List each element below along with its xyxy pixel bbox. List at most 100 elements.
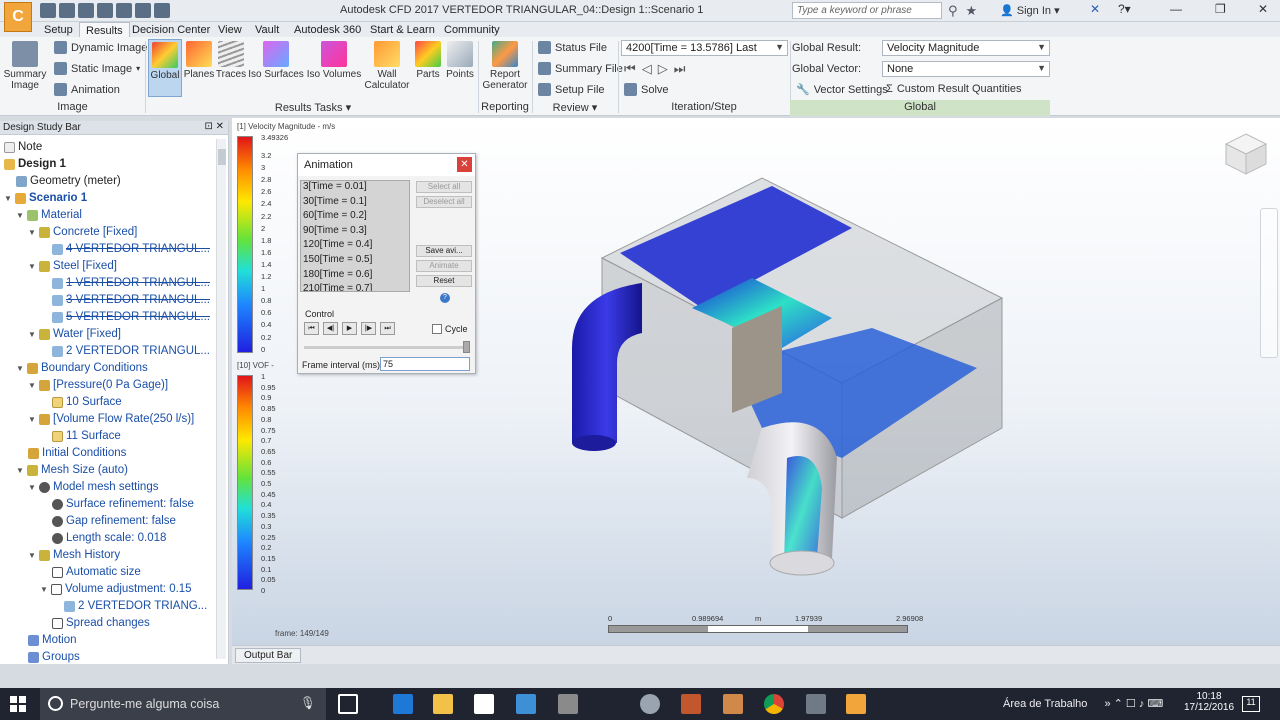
deselect-all-button[interactable]: Deselect all (416, 196, 472, 208)
binoculars-icon[interactable]: ⚲ (948, 3, 958, 19)
tree-item-note[interactable]: Note (4, 139, 42, 155)
status-file-button[interactable]: Status File (538, 41, 607, 54)
collapse-icon[interactable]: ▼ (28, 381, 36, 390)
microphone-icon[interactable]: 🎙 (300, 696, 316, 711)
tree-item-part[interactable]: 3 VERTEDOR TRIANGUL... (52, 292, 210, 308)
collapse-icon[interactable]: ▼ (40, 585, 48, 594)
time-step-list[interactable]: 3[Time = 0.01] 30[Time = 0.1] 60[Time = … (300, 180, 410, 292)
tree-item-surface[interactable]: 10 Surface (52, 394, 122, 410)
dynamic-image-button[interactable]: Dynamic Image (54, 41, 147, 54)
global-result-select[interactable]: Velocity Magnitude ▼ (882, 40, 1050, 56)
close-icon[interactable]: ✕ (457, 157, 472, 172)
app-icon[interactable] (516, 694, 536, 714)
qat-menu-icon[interactable] (154, 3, 170, 18)
save-icon[interactable] (78, 3, 94, 18)
collapse-icon[interactable]: ▼ (28, 330, 36, 339)
tree-item-part[interactable]: 2 VERTEDOR TRIANG... (64, 598, 207, 614)
navigation-bar[interactable] (1260, 208, 1278, 358)
tree-item-setting[interactable]: Surface refinement: false (52, 496, 194, 512)
edge-icon[interactable] (393, 694, 413, 714)
collapse-icon[interactable]: ▼ (28, 551, 36, 560)
wall-calculator-button[interactable]: Wall Calculator (363, 41, 411, 91)
list-item[interactable]: 60[Time = 0.2] (301, 210, 409, 225)
list-item[interactable]: 30[Time = 0.1] (301, 196, 409, 211)
planes-button[interactable]: Planes (183, 41, 215, 80)
list-item[interactable]: 180[Time = 0.6] (301, 269, 409, 284)
iteration-select[interactable]: 4200[Time = 13.5786] Last ▼ (621, 40, 788, 56)
tree-item-material[interactable]: ▼ Material (16, 207, 82, 223)
app-icon[interactable] (806, 694, 826, 714)
windows-start-icon[interactable] (10, 696, 26, 712)
tab-view[interactable]: View (212, 22, 248, 38)
animation-button[interactable]: Animation (54, 83, 120, 96)
tree-item-initial-conditions[interactable]: Initial Conditions (28, 445, 126, 461)
system-clock[interactable]: 10:18 17/12/2016 (1184, 691, 1234, 713)
cfd-model-render[interactable] (532, 158, 1012, 598)
iso-surfaces-button[interactable]: Iso Surfaces (247, 41, 305, 80)
cycle-checkbox[interactable]: Cycle (432, 324, 468, 334)
points-button[interactable]: Points (444, 41, 476, 80)
list-item[interactable]: 150[Time = 0.5] (301, 254, 409, 269)
tree-item-groups[interactable]: Groups (28, 649, 80, 665)
close-icon[interactable]: ✕ (1258, 2, 1268, 16)
scroll-thumb[interactable] (218, 149, 226, 165)
help-icon[interactable]: ?▾ (1118, 2, 1131, 16)
app-icon[interactable] (723, 694, 743, 714)
tree-item-design[interactable]: Design 1 (4, 156, 66, 172)
list-item[interactable]: 90[Time = 0.3] (301, 225, 409, 240)
tree-item-setting[interactable]: Length scale: 0.018 (52, 530, 166, 546)
checkbox-box[interactable] (432, 324, 442, 334)
tree-item-volume-flow-rate[interactable]: ▼ [Volume Flow Rate(250 l/s)] (28, 411, 194, 427)
last-frame-button[interactable]: ⏭ (380, 322, 395, 335)
first-step-icon[interactable]: ⏮ (624, 61, 642, 76)
tree-item-automatic-size[interactable]: Automatic size (52, 564, 141, 580)
tray-icons[interactable]: » ⌃ ☐ ♪ ⌨ (1104, 698, 1163, 710)
star-icon[interactable]: ★ (966, 3, 978, 19)
app-icon[interactable] (681, 694, 701, 714)
first-frame-button[interactable]: ⏮ (304, 322, 319, 335)
tab-setup[interactable]: Setup (38, 22, 79, 38)
store-icon[interactable] (474, 694, 494, 714)
traces-button[interactable]: Traces (215, 41, 247, 80)
panel-controls[interactable]: ⊡ ✕ (204, 121, 224, 132)
chrome-icon[interactable] (764, 694, 784, 714)
help-icon[interactable]: ? (440, 293, 450, 303)
tree-item-part[interactable]: 2 VERTEDOR TRIANGUL... (52, 343, 210, 359)
app-logo-icon[interactable]: C (4, 2, 32, 32)
new-icon[interactable] (40, 3, 56, 18)
tree-item-part[interactable]: 1 VERTEDOR TRIANGUL... (52, 275, 210, 291)
frame-slider[interactable] (304, 341, 470, 353)
slider-handle[interactable] (463, 341, 470, 353)
collapse-icon[interactable]: ▼ (16, 364, 24, 373)
tab-start-learn[interactable]: Start & Learn (364, 22, 441, 38)
collapse-icon[interactable]: ▼ (16, 466, 24, 475)
frame-interval-input[interactable]: 75 (380, 357, 470, 371)
output-bar-button[interactable]: Output Bar (235, 648, 302, 663)
tab-vault[interactable]: Vault (249, 22, 285, 38)
tree-item-motion[interactable]: Motion (28, 632, 77, 648)
tree-item-mesh-history[interactable]: ▼ Mesh History (28, 547, 120, 563)
tree-item-steel[interactable]: ▼ Steel [Fixed] (28, 258, 117, 274)
play-button[interactable]: ▶ (342, 322, 357, 335)
report-generator-button[interactable]: Report Generator (480, 41, 530, 91)
list-item[interactable]: 210[Time = 0.7] (301, 283, 409, 291)
tab-community[interactable]: Community (438, 22, 506, 38)
save-avi-button[interactable]: Save avi... (416, 245, 472, 257)
list-item[interactable]: 120[Time = 0.4] (301, 239, 409, 254)
tree-item-concrete[interactable]: ▼ Concrete [Fixed] (28, 224, 137, 240)
summary-file-button[interactable]: Summary File (538, 62, 623, 75)
notification-icon[interactable]: 11 (1242, 696, 1260, 712)
list-item[interactable]: 3[Time = 0.01] (301, 181, 409, 196)
tree-item-model-mesh-settings[interactable]: ▼ Model mesh settings (28, 479, 158, 495)
tree-item-scenario[interactable]: ▼ Scenario 1 (4, 190, 87, 206)
collapse-icon[interactable]: ▼ (28, 415, 36, 424)
collapse-icon[interactable]: ▼ (28, 483, 36, 492)
setup-file-button[interactable]: Setup File (538, 83, 605, 96)
panel-label-review[interactable]: Review ▾ (532, 101, 618, 114)
restore-icon[interactable]: ❐ (1215, 2, 1226, 16)
tree-item-pressure[interactable]: ▼ [Pressure(0 Pa Gage)] (28, 377, 168, 393)
tree-item-part[interactable]: 4 VERTEDOR TRIANGUL... (52, 241, 210, 257)
summary-image-button[interactable]: Summary Image (2, 41, 48, 91)
view-cube-icon[interactable] (1222, 130, 1270, 178)
task-view-icon[interactable] (338, 694, 358, 714)
